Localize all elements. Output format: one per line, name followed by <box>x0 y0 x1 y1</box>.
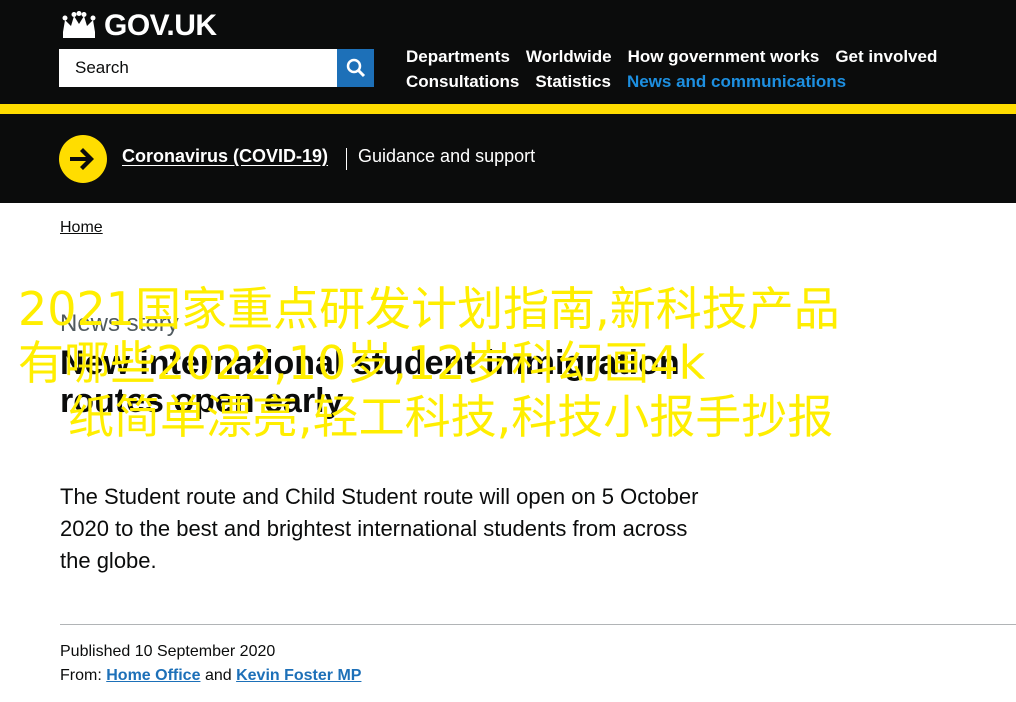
site-header: GOV.UK Departments Worldwide How governm… <box>0 0 1016 104</box>
search-input[interactable] <box>59 49 337 87</box>
search-button[interactable] <box>337 49 374 87</box>
from-label: From: <box>60 667 102 684</box>
page-title: New international student immigration ro… <box>60 344 680 420</box>
nav-consultations[interactable]: Consultations <box>406 72 519 92</box>
from-and: and <box>204 667 232 684</box>
from-kevin-foster-link[interactable]: Kevin Foster MP <box>236 667 361 684</box>
nav-departments[interactable]: Departments <box>406 47 510 67</box>
covid-subtitle: Guidance and support <box>358 146 536 166</box>
from-home-office-link[interactable]: Home Office <box>106 667 200 684</box>
nav-get-involved[interactable]: Get involved <box>835 47 937 67</box>
covid-link[interactable]: Coronavirus (COVID-19) <box>122 146 328 167</box>
metadata-divider <box>60 624 1016 625</box>
from-line: From: Home Office and Kevin Foster MP <box>60 667 361 685</box>
header-accent-bar <box>0 104 1016 114</box>
main-nav: Departments Worldwide How government wor… <box>406 44 1006 94</box>
covid-banner: Coronavirus (COVID-19) Guidance and supp… <box>0 114 1016 203</box>
nav-how-government-works[interactable]: How government works <box>628 47 820 67</box>
nav-worldwide[interactable]: Worldwide <box>526 47 612 67</box>
breadcrumb-home[interactable]: Home <box>60 219 103 237</box>
article-caption: News story <box>60 310 179 337</box>
article-summary: The Student route and Child Student rout… <box>60 484 699 573</box>
govuk-logo-link[interactable]: GOV.UK <box>60 8 217 44</box>
logo-text: GOV.UK <box>104 9 217 42</box>
nav-statistics[interactable]: Statistics <box>535 72 611 92</box>
search-form <box>59 49 374 87</box>
nav-news-and-communications[interactable]: News and communications <box>627 72 846 92</box>
search-icon <box>346 58 365 78</box>
crown-icon <box>62 11 96 38</box>
arrow-right-circle-icon <box>59 135 107 183</box>
published-date: Published 10 September 2020 <box>60 643 276 660</box>
banner-divider <box>346 148 347 170</box>
